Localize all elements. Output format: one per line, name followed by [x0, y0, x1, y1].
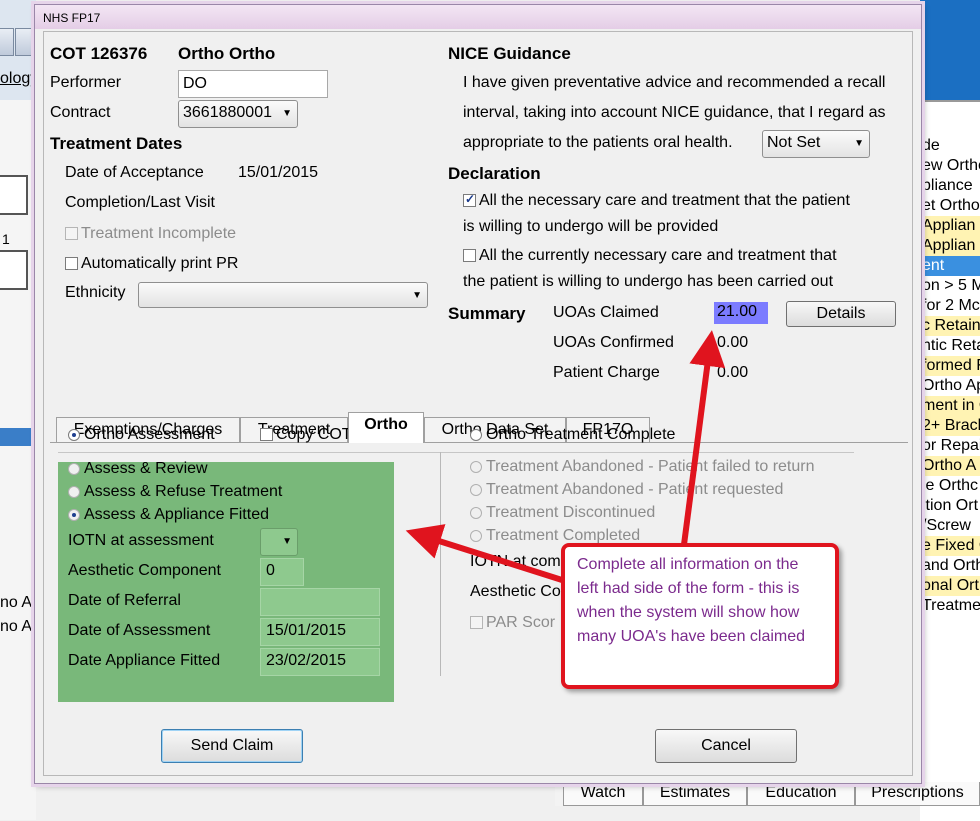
- annotation-callout: Complete all information on the left had…: [561, 543, 839, 689]
- annotation-arrows: [405, 330, 726, 583]
- arrow-to-uoas: [679, 330, 726, 561]
- arrow-to-green-panel: [405, 524, 563, 583]
- tab-ortho[interactable]: Ortho: [348, 412, 424, 443]
